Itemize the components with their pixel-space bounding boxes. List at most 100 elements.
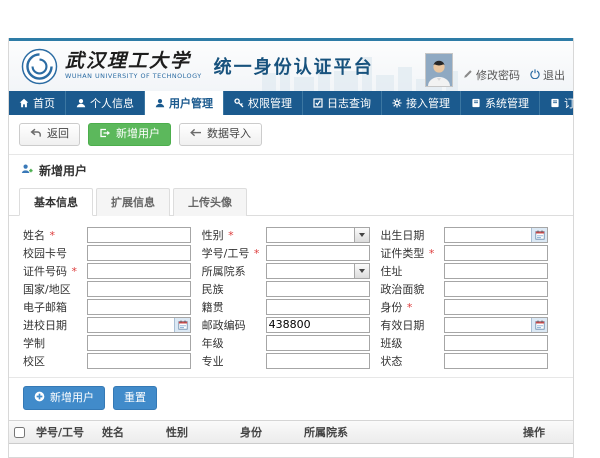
department-label: 所属院系 <box>202 263 266 279</box>
avatar <box>425 53 453 87</box>
calendar-icon[interactable] <box>174 318 190 332</box>
form-field-enroll-date: 进校日期 <box>23 316 202 333</box>
id-number-input[interactable] <box>87 263 191 279</box>
address-input[interactable] <box>444 263 548 279</box>
gender-select[interactable] <box>266 227 370 243</box>
reset-button[interactable]: 重置 <box>113 386 157 410</box>
postal-code-label: 邮政编码 <box>202 317 266 333</box>
tab-extended-info[interactable]: 扩展信息 <box>96 188 170 216</box>
status-label: 状态 <box>380 353 444 369</box>
university-name-en: WUHAN UNIVERSITY OF TECHNOLOGY <box>65 73 202 79</box>
form-field-campus: 校区 <box>23 352 202 369</box>
email-label: 电子邮箱 <box>23 299 87 315</box>
change-password-link[interactable]: 修改密码 <box>463 67 520 85</box>
table-col-header-1: 姓名 <box>97 421 161 444</box>
submit-add-user-button[interactable]: 新增用户 <box>23 386 105 410</box>
calendar-icon[interactable] <box>531 228 547 242</box>
nav-tab-logs[interactable]: 日志查询 <box>303 91 382 115</box>
nav-tab-permissions[interactable]: 权限管理 <box>224 91 303 115</box>
form-field-student-staff-id: 学号/工号 * <box>202 244 381 261</box>
university-name: 武汉理工大学 <box>65 52 202 71</box>
calendar-icon[interactable] <box>531 318 547 332</box>
table-empty-body <box>9 444 573 457</box>
form-field-id-type: 证件类型 * <box>380 244 559 261</box>
form-field-postal-code: 邮政编码 <box>202 316 381 333</box>
select-all-checkbox[interactable] <box>14 427 25 438</box>
status-input[interactable] <box>444 353 548 369</box>
chevron-down-icon[interactable] <box>354 264 369 278</box>
form-field-schooling-length: 学制 <box>23 334 202 351</box>
grade-input[interactable] <box>266 335 370 351</box>
back-arrow-icon <box>30 128 42 141</box>
native-place-input[interactable] <box>266 299 370 315</box>
name-label: 姓名 * <box>23 227 87 243</box>
add-user-icon <box>99 128 111 141</box>
enroll-date-input[interactable] <box>87 317 191 333</box>
form-field-id-number: 证件号码 * <box>23 262 202 279</box>
form-field-political-status: 政治面貌 <box>380 280 559 297</box>
birth-date-label: 出生日期 <box>380 227 444 243</box>
campus-input[interactable] <box>87 353 191 369</box>
form-field-class: 班级 <box>380 334 559 351</box>
country-region-input[interactable] <box>87 281 191 297</box>
home-icon <box>19 98 29 108</box>
department-select[interactable] <box>266 263 370 279</box>
email-input[interactable] <box>87 299 191 315</box>
import-arrow-icon <box>190 128 202 141</box>
major-input[interactable] <box>266 353 370 369</box>
form-field-grade: 年级 <box>202 334 381 351</box>
class-input[interactable] <box>444 335 548 351</box>
check-square-icon <box>313 98 323 108</box>
back-button[interactable]: 返回 <box>19 123 80 146</box>
form-field-native-place: 籍贯 <box>202 298 381 315</box>
data-import-button[interactable]: 数据导入 <box>179 123 262 146</box>
political-status-input[interactable] <box>444 281 548 297</box>
postal-code-input[interactable] <box>266 317 370 333</box>
schooling-length-input[interactable] <box>87 335 191 351</box>
enroll-date-label: 进校日期 <box>23 317 87 333</box>
form-field-valid-date: 有效日期 <box>380 316 559 333</box>
table-header-row: 学号/工号姓名性别身份所属院系操作 <box>9 421 573 444</box>
nav-tab-label: 权限管理 <box>248 95 292 111</box>
nav-tab-users[interactable]: 用户管理 <box>145 91 224 115</box>
birth-date-input[interactable] <box>444 227 548 243</box>
form-field-ethnicity: 民族 <box>202 280 381 297</box>
logout-link[interactable]: 退出 <box>530 67 565 85</box>
table-col-header-5: 操作 <box>518 421 573 444</box>
platform-title: 统一身份认证平台 <box>214 53 374 79</box>
ethnicity-input[interactable] <box>266 281 370 297</box>
user-form: 姓名 *性别 *出生日期校园卡号学号/工号 *证件类型 *证件号码 *所属院系住… <box>9 216 573 377</box>
plus-circle-icon <box>34 391 45 405</box>
chevron-down-icon[interactable] <box>354 228 369 242</box>
tab-upload-avatar[interactable]: 上传头像 <box>173 188 247 216</box>
nav-tab-profile[interactable]: 个人信息 <box>66 91 145 115</box>
nav-tab-label: 个人信息 <box>90 95 134 111</box>
form-field-campus-card-no: 校园卡号 <box>23 244 202 261</box>
form-field-name: 姓名 * <box>23 226 202 243</box>
nav-tab-label: 用户管理 <box>169 95 213 111</box>
tab-basic-info[interactable]: 基本信息 <box>19 188 93 216</box>
major-label: 专业 <box>202 353 266 369</box>
nav-tab-system[interactable]: 系统管理 <box>461 91 540 115</box>
id-type-label: 证件类型 * <box>380 245 444 261</box>
form-field-email: 电子邮箱 <box>23 298 202 315</box>
nav-tab-home[interactable]: 首页 <box>9 91 66 115</box>
results-table: 学号/工号姓名性别身份所属院系操作 <box>9 420 573 457</box>
ethnicity-label: 民族 <box>202 281 266 297</box>
user-plus-icon <box>21 163 33 178</box>
book-icon <box>471 98 481 108</box>
name-input[interactable] <box>87 227 191 243</box>
nav-tab-subscription[interactable]: 订阅管理 <box>540 91 600 115</box>
id-type-input[interactable] <box>444 245 548 261</box>
student-staff-id-input[interactable] <box>266 245 370 261</box>
valid-date-input[interactable] <box>444 317 548 333</box>
identity-input[interactable] <box>444 299 548 315</box>
nav-tab-access[interactable]: 接入管理 <box>382 91 461 115</box>
schooling-length-label: 学制 <box>23 335 87 351</box>
country-region-label: 国家/地区 <box>23 281 87 297</box>
form-field-status: 状态 <box>380 352 559 369</box>
campus-card-no-input[interactable] <box>87 245 191 261</box>
political-status-label: 政治面貌 <box>380 281 444 297</box>
new-user-button[interactable]: 新增用户 <box>88 123 171 146</box>
pencil-icon <box>463 69 473 82</box>
